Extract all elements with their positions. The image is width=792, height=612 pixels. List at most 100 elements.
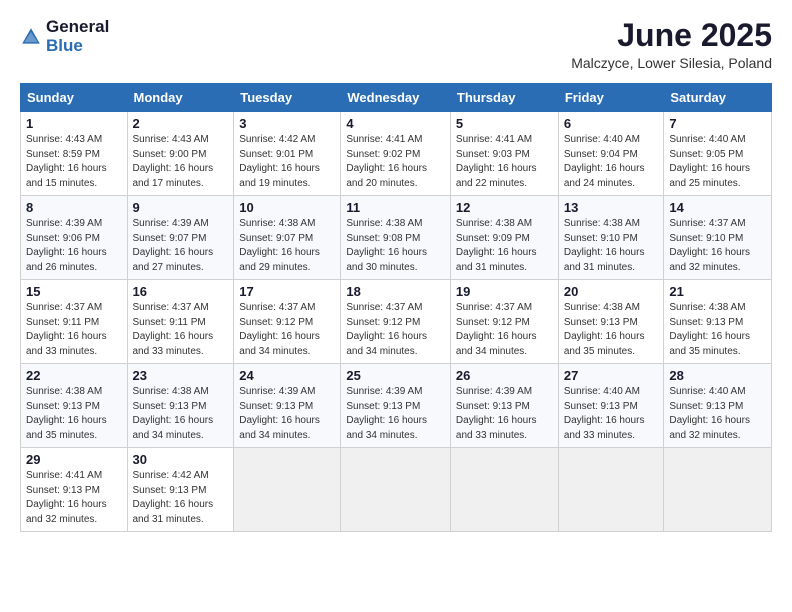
day-info: Sunrise: 4:38 AMSunset: 9:10 PMDaylight:…	[564, 217, 659, 275]
day-info: Sunrise: 4:39 AMSunset: 9:13 PMDaylight:…	[456, 385, 553, 443]
calendar-cell: 24Sunrise: 4:39 AMSunset: 9:13 PMDayligh…	[234, 364, 341, 448]
calendar-cell	[450, 448, 558, 532]
calendar-cell: 20 Sunrise: 4:38 AMSunset: 9:13 PMDayligh…	[558, 280, 664, 364]
calendar-cell: 2 Sunrise: 4:43 AMSunset: 9:00 PMDaylight…	[127, 112, 234, 196]
title-block: June 2025 Malczyce, Lower Silesia, Polan…	[571, 18, 772, 71]
day-info: Sunrise: 4:39 AMSunset: 9:06 PMDaylight:…	[26, 217, 122, 275]
day-number: 13	[564, 200, 659, 215]
calendar-cell: 14 Sunrise: 4:37 AMSunset: 9:10 PMDayligh…	[664, 196, 772, 280]
calendar-cell: 5Sunrise: 4:41 AMSunset: 9:03 PMDaylight…	[450, 112, 558, 196]
calendar-cell: 17 Sunrise: 4:37 AMSunset: 9:12 PMDayligh…	[234, 280, 341, 364]
logo-text: General Blue	[46, 18, 109, 55]
location: Malczyce, Lower Silesia, Poland	[571, 55, 772, 71]
calendar-cell: 15 Sunrise: 4:37 AMSunset: 9:11 PMDayligh…	[21, 280, 128, 364]
header: General Blue June 2025 Malczyce, Lower S…	[20, 18, 772, 71]
calendar-cell: 4 Sunrise: 4:41 AMSunset: 9:02 PMDaylight…	[341, 112, 451, 196]
calendar-cell: 16 Sunrise: 4:37 AMSunset: 9:11 PMDayligh…	[127, 280, 234, 364]
day-number: 25	[346, 368, 445, 383]
day-number: 26	[456, 368, 553, 383]
day-info: Sunrise: 4:40 AMSunset: 9:05 PMDaylight:…	[669, 133, 766, 191]
day-number: 16	[133, 284, 229, 299]
day-number: 14	[669, 200, 766, 215]
day-number: 2	[133, 116, 229, 131]
day-info: Sunrise: 4:39 AMSunset: 9:07 PMDaylight:…	[133, 217, 229, 275]
day-number: 7	[669, 116, 766, 131]
day-number: 8	[26, 200, 122, 215]
day-info: Sunrise: 4:43 AMSunset: 9:00 PMDaylight:…	[133, 133, 229, 191]
day-info: Sunrise: 4:38 AMSunset: 9:13 PMDaylight:…	[564, 301, 659, 359]
day-info: Sunrise: 4:37 AMSunset: 9:11 PMDaylight:…	[133, 301, 229, 359]
day-info: Sunrise: 4:39 AMSunset: 9:13 PMDaylight:…	[239, 385, 335, 443]
calendar-cell: 28 Sunrise: 4:40 AMSunset: 9:13 PMDayligh…	[664, 364, 772, 448]
day-info: Sunrise: 4:40 AMSunset: 9:04 PMDaylight:…	[564, 133, 659, 191]
day-number: 23	[133, 368, 229, 383]
calendar-cell: 8 Sunrise: 4:39 AMSunset: 9:06 PMDaylight…	[21, 196, 128, 280]
day-header-thursday: Thursday	[450, 84, 558, 112]
week-row-2: 8 Sunrise: 4:39 AMSunset: 9:06 PMDaylight…	[21, 196, 772, 280]
calendar-cell: 12 Sunrise: 4:38 AMSunset: 9:09 PMDayligh…	[450, 196, 558, 280]
day-info: Sunrise: 4:38 AMSunset: 9:13 PMDaylight:…	[26, 385, 122, 443]
page: General Blue June 2025 Malczyce, Lower S…	[0, 0, 792, 612]
day-info: Sunrise: 4:37 AMSunset: 9:10 PMDaylight:…	[669, 217, 766, 275]
calendar-cell: 11 Sunrise: 4:38 AMSunset: 9:08 PMDayligh…	[341, 196, 451, 280]
day-number: 18	[346, 284, 445, 299]
day-number: 12	[456, 200, 553, 215]
day-info: Sunrise: 4:38 AMSunset: 9:13 PMDaylight:…	[133, 385, 229, 443]
logo-blue: Blue	[46, 37, 109, 56]
week-row-5: 29Sunrise: 4:41 AMSunset: 9:13 PMDayligh…	[21, 448, 772, 532]
day-info: Sunrise: 4:37 AMSunset: 9:12 PMDaylight:…	[456, 301, 553, 359]
day-number: 10	[239, 200, 335, 215]
day-number: 15	[26, 284, 122, 299]
calendar-table: SundayMondayTuesdayWednesdayThursdayFrid…	[20, 83, 772, 532]
calendar-cell: 30Sunrise: 4:42 AMSunset: 9:13 PMDayligh…	[127, 448, 234, 532]
calendar-cell: 29Sunrise: 4:41 AMSunset: 9:13 PMDayligh…	[21, 448, 128, 532]
day-info: Sunrise: 4:38 AMSunset: 9:07 PMDaylight:…	[239, 217, 335, 275]
day-number: 5	[456, 116, 553, 131]
logo: General Blue	[20, 18, 109, 55]
day-info: Sunrise: 4:39 AMSunset: 9:13 PMDaylight:…	[346, 385, 445, 443]
week-row-3: 15 Sunrise: 4:37 AMSunset: 9:11 PMDayligh…	[21, 280, 772, 364]
logo-icon	[20, 26, 42, 48]
calendar-cell: 25 Sunrise: 4:39 AMSunset: 9:13 PMDayligh…	[341, 364, 451, 448]
calendar-cell	[558, 448, 664, 532]
day-info: Sunrise: 4:37 AMSunset: 9:12 PMDaylight:…	[239, 301, 335, 359]
day-number: 4	[346, 116, 445, 131]
day-info: Sunrise: 4:40 AMSunset: 9:13 PMDaylight:…	[669, 385, 766, 443]
day-header-saturday: Saturday	[664, 84, 772, 112]
day-info: Sunrise: 4:38 AMSunset: 9:09 PMDaylight:…	[456, 217, 553, 275]
day-number: 20	[564, 284, 659, 299]
day-number: 27	[564, 368, 659, 383]
day-number: 9	[133, 200, 229, 215]
day-info: Sunrise: 4:38 AMSunset: 9:08 PMDaylight:…	[346, 217, 445, 275]
calendar-cell: 3 Sunrise: 4:42 AMSunset: 9:01 PMDaylight…	[234, 112, 341, 196]
day-info: Sunrise: 4:37 AMSunset: 9:12 PMDaylight:…	[346, 301, 445, 359]
day-info: Sunrise: 4:40 AMSunset: 9:13 PMDaylight:…	[564, 385, 659, 443]
day-number: 17	[239, 284, 335, 299]
day-number: 28	[669, 368, 766, 383]
day-info: Sunrise: 4:37 AMSunset: 9:11 PMDaylight:…	[26, 301, 122, 359]
calendar-cell: 7 Sunrise: 4:40 AMSunset: 9:05 PMDaylight…	[664, 112, 772, 196]
day-number: 1	[26, 116, 122, 131]
day-header-tuesday: Tuesday	[234, 84, 341, 112]
calendar-cell: 19 Sunrise: 4:37 AMSunset: 9:12 PMDayligh…	[450, 280, 558, 364]
day-info: Sunrise: 4:41 AMSunset: 9:02 PMDaylight:…	[346, 133, 445, 191]
day-header-monday: Monday	[127, 84, 234, 112]
calendar-cell: 1 Sunrise: 4:43 AMSunset: 8:59 PMDaylight…	[21, 112, 128, 196]
day-info: Sunrise: 4:42 AMSunset: 9:01 PMDaylight:…	[239, 133, 335, 191]
day-number: 3	[239, 116, 335, 131]
calendar-cell: 10 Sunrise: 4:38 AMSunset: 9:07 PMDayligh…	[234, 196, 341, 280]
day-number: 11	[346, 200, 445, 215]
day-header-sunday: Sunday	[21, 84, 128, 112]
week-row-1: 1 Sunrise: 4:43 AMSunset: 8:59 PMDaylight…	[21, 112, 772, 196]
day-number: 22	[26, 368, 122, 383]
day-number: 30	[133, 452, 229, 467]
calendar-cell: 27 Sunrise: 4:40 AMSunset: 9:13 PMDayligh…	[558, 364, 664, 448]
day-info: Sunrise: 4:43 AMSunset: 8:59 PMDaylight:…	[26, 133, 122, 191]
day-header-wednesday: Wednesday	[341, 84, 451, 112]
day-number: 6	[564, 116, 659, 131]
logo-general: General	[46, 18, 109, 37]
day-number: 19	[456, 284, 553, 299]
day-header-friday: Friday	[558, 84, 664, 112]
week-row-4: 22 Sunrise: 4:38 AMSunset: 9:13 PMDayligh…	[21, 364, 772, 448]
header-row: SundayMondayTuesdayWednesdayThursdayFrid…	[21, 84, 772, 112]
